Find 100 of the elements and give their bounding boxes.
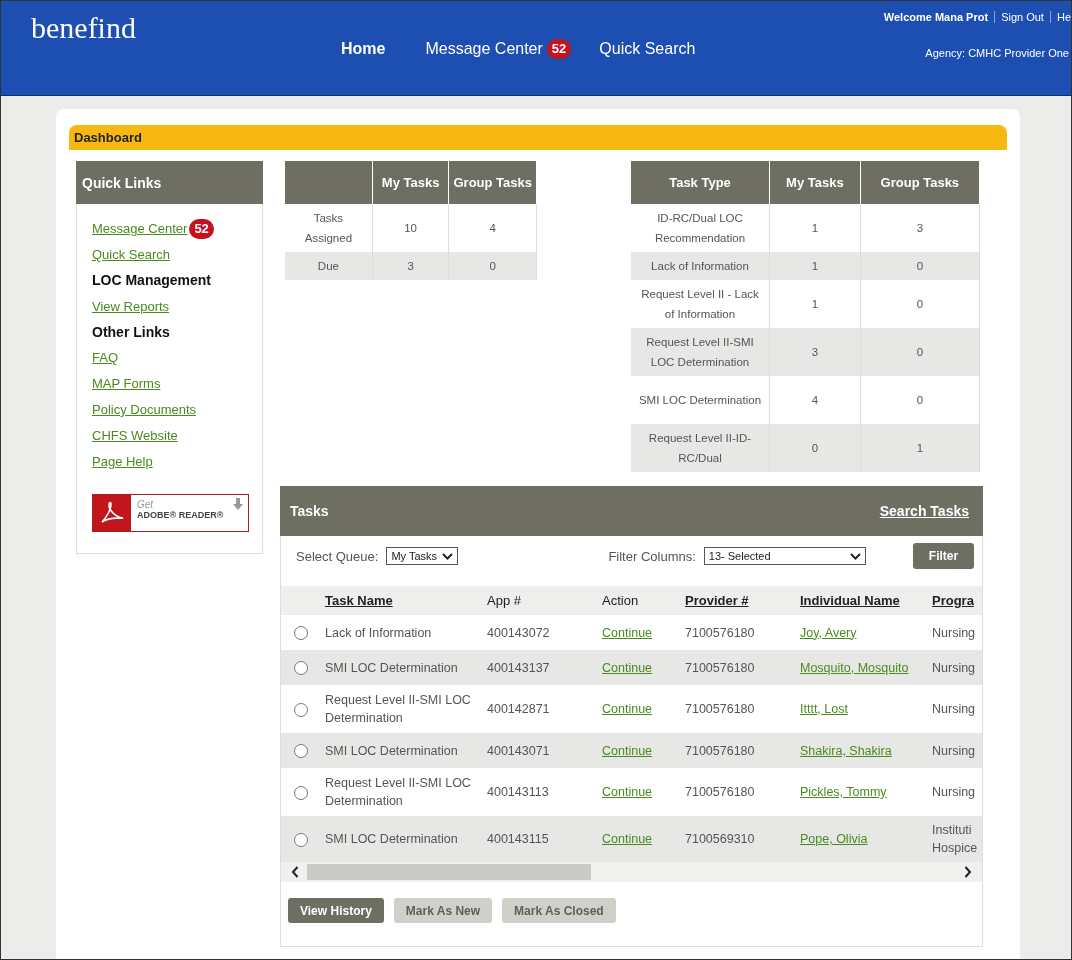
table-cell: 7100576180	[685, 743, 755, 758]
dashboard-title: Dashboard	[74, 130, 142, 145]
quick-link[interactable]: FAQ	[92, 350, 118, 366]
table-cell: 7100576180	[685, 660, 755, 675]
count-badge: 52	[546, 39, 572, 59]
radio-button[interactable]	[294, 785, 308, 800]
column-header: Group Tasks	[449, 161, 537, 204]
column-header: My Tasks	[372, 161, 449, 204]
table-cell: 4	[769, 376, 861, 424]
continue-link[interactable]: Continue	[602, 702, 653, 716]
filter-columns-dropdown[interactable]: 13- Selected	[703, 547, 866, 565]
table-cell: 10	[372, 204, 449, 252]
table-cell: 400143137	[487, 660, 550, 675]
individual-name-link[interactable]: Pope, Olivia	[800, 832, 868, 846]
column-header: Task Type	[631, 161, 770, 204]
table-cell: Request Level II-SMI LOC Determination	[325, 693, 471, 725]
table-cell: 3	[860, 204, 980, 252]
filter-button[interactable]: Filter	[913, 543, 974, 569]
column-header: Group Tasks	[860, 161, 980, 204]
table-cell: 1	[769, 204, 861, 252]
radio-button[interactable]	[294, 832, 308, 847]
section-heading: LOC Management	[92, 272, 211, 289]
chevron-right-icon[interactable]	[964, 866, 972, 878]
table-cell: 1	[769, 252, 861, 280]
table-cell: 7100569310	[685, 832, 755, 846]
table-cell: 400143072	[487, 625, 550, 640]
quick-link[interactable]: Quick Search	[92, 247, 171, 263]
radio-button[interactable]	[294, 661, 308, 676]
horizontal-scrollbar[interactable]	[281, 862, 982, 882]
radio-button[interactable]	[294, 744, 308, 759]
table-cell: 1	[769, 280, 861, 328]
table-cell: Request Level II - Lack of Information	[631, 280, 770, 328]
table-cell: Nursing	[932, 625, 976, 640]
action-button[interactable]: View History	[288, 898, 384, 923]
header-link[interactable]: He	[1056, 11, 1071, 23]
table-cell: SMI LOC Determination	[631, 376, 770, 424]
quick-link[interactable]: Page Help	[92, 453, 153, 469]
table-cell: 0	[860, 280, 980, 328]
table-cell: Lack of Information	[325, 625, 432, 640]
quick-link[interactable]: Policy Documents	[92, 401, 197, 417]
table-cell: Instituti Hospice	[932, 823, 978, 855]
table-cell: SMI LOC Determination	[325, 660, 458, 675]
radio-button[interactable]	[294, 702, 308, 717]
table-cell: 0	[449, 252, 537, 280]
table-cell: Nursing	[932, 743, 976, 758]
panel-title: Tasks	[290, 503, 329, 519]
table-cell: 0	[860, 328, 980, 376]
table-cell: 7100576180	[685, 625, 755, 640]
table-cell: Nursing	[932, 660, 976, 675]
quick-link[interactable]: MAP Forms	[92, 376, 161, 392]
download-icon	[233, 497, 243, 510]
chevron-down-icon	[849, 552, 861, 560]
table-cell: Request Level II-SMI LOC Determination	[325, 776, 471, 808]
table-cell: Tasks Assigned	[285, 204, 373, 252]
column-header: App #	[487, 593, 521, 608]
chevron-left-icon[interactable]	[291, 866, 299, 878]
individual-name-link[interactable]: Itttt, Lost	[800, 702, 848, 716]
acrobat-icon	[99, 500, 125, 525]
nav-link[interactable]: Message Center	[425, 40, 543, 58]
table-cell: Nursing	[932, 785, 976, 799]
adobe-reader-button[interactable]: Get ADOBE® READER®	[92, 493, 249, 532]
individual-name-link[interactable]: Joy, Avery	[800, 625, 857, 640]
logo: benefind	[31, 11, 136, 44]
individual-name-link[interactable]: Pickles, Tommy	[800, 785, 887, 799]
panel-title: Quick Links	[82, 174, 162, 191]
radio-button[interactable]	[294, 626, 308, 641]
table-cell: 0	[769, 424, 861, 472]
table-cell: 0	[860, 376, 980, 424]
table-cell: Request Level II-ID-RC/Dual	[631, 424, 770, 472]
table-cell: 4	[449, 204, 537, 252]
continue-link[interactable]: Continue	[602, 625, 653, 640]
continue-link[interactable]: Continue	[602, 832, 653, 846]
quick-link[interactable]: View Reports	[92, 298, 170, 314]
welcome-text: Welcome Mana Prot	[883, 11, 989, 23]
column-header: Action	[602, 593, 639, 608]
section-heading: Other Links	[92, 324, 170, 341]
nav-link[interactable]: Home	[341, 40, 386, 58]
table-cell: 1	[860, 424, 980, 472]
count-badge: 52	[189, 218, 214, 239]
quick-link[interactable]: Message Center	[92, 221, 188, 237]
table-cell: 0	[860, 252, 980, 280]
table-cell: SMI LOC Determination	[325, 743, 458, 758]
queue-dropdown[interactable]: My Tasks	[386, 547, 459, 565]
search-tasks-link[interactable]: Search Tasks	[879, 503, 969, 519]
table-cell: ID-RC/Dual LOC Recommendation	[631, 204, 770, 252]
table-cell: Due	[285, 252, 373, 280]
quick-link[interactable]: CHFS Website	[92, 427, 178, 443]
table-cell: 7100576180	[685, 785, 755, 799]
continue-link[interactable]: Continue	[602, 785, 653, 799]
table-cell: 400143115	[487, 832, 549, 846]
field-label: Select Queue:	[296, 548, 379, 564]
table-cell: Nursing	[932, 702, 976, 716]
header-link[interactable]: Sign Out	[1001, 11, 1044, 23]
column-header: My Tasks	[769, 161, 861, 204]
nav-link[interactable]: Quick Search	[599, 40, 696, 58]
table-cell: SMI LOC Determination	[325, 832, 458, 846]
table-cell: 3	[769, 328, 861, 376]
table-cell: 400143071	[487, 743, 550, 758]
table-cell: 400142871	[487, 702, 550, 716]
table-cell: 7100576180	[685, 702, 755, 716]
